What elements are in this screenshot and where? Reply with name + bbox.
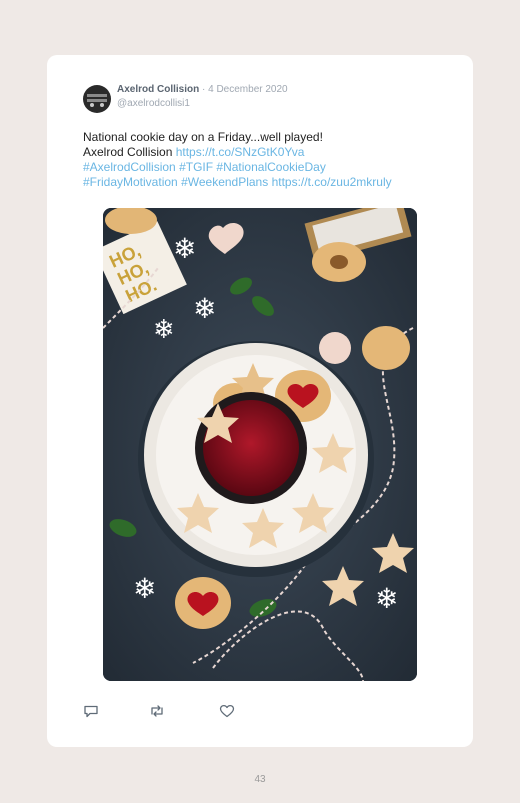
tweet-link[interactable]: https://t.co/SNzGtK0Yva <box>176 145 305 159</box>
tweet-text-line: #FridayMotivation #WeekendPlans https://… <box>83 175 453 190</box>
hashtag-link[interactable]: #TGIF <box>179 160 213 174</box>
avatar-wheel <box>90 103 94 107</box>
header-separator: · <box>199 84 209 95</box>
avatar-wheel <box>100 103 104 107</box>
tweet-link[interactable]: https://t.co/zuu2mkruly <box>272 175 392 189</box>
cookie-center <box>330 255 348 269</box>
tweet-text: National cookie day on a Friday...well p… <box>83 130 453 190</box>
hashtag-link[interactable]: #FridayMotivation <box>83 175 178 189</box>
svg-text:❄: ❄ <box>193 292 216 325</box>
hashtag-link[interactable]: #WeekendPlans <box>181 175 268 189</box>
author-handle[interactable]: @axelrodcollisi1 <box>117 98 190 109</box>
retweet-icon[interactable] <box>149 703 165 719</box>
tweet-card: Axelrod Collision · 4 December 2020 @axe… <box>47 55 473 747</box>
round-cookie <box>362 326 410 370</box>
tweet-header: Axelrod Collision · 4 December 2020 <box>117 84 288 95</box>
avatar-stripe <box>87 99 107 102</box>
reply-icon[interactable] <box>83 703 99 719</box>
svg-text:❄: ❄ <box>153 315 175 345</box>
tweet-text-line: #AxelrodCollision #TGIF #NationalCookieD… <box>83 160 453 175</box>
svg-text:❄: ❄ <box>375 582 398 615</box>
tweet-text-plain: Axelrod Collision <box>83 145 176 159</box>
hashtag-link[interactable]: #NationalCookieDay <box>216 160 325 174</box>
heart-cookie <box>319 332 351 364</box>
tweet-photo[interactable]: HO, HO, HO. ❄ ❄ ❄ ❄ ❄ <box>103 208 417 681</box>
tweet-date[interactable]: 4 December 2020 <box>208 84 288 95</box>
author-name[interactable]: Axelrod Collision <box>117 84 199 95</box>
hashtag-link[interactable]: #AxelrodCollision <box>83 160 176 174</box>
tweet-text-line: Axelrod Collision https://t.co/SNzGtK0Yv… <box>83 145 453 160</box>
avatar-stripe <box>87 94 107 97</box>
svg-text:❄: ❄ <box>133 572 156 605</box>
page-number: 43 <box>254 774 266 785</box>
tweet-text-line: National cookie day on a Friday...well p… <box>83 130 323 144</box>
svg-text:❄: ❄ <box>173 232 196 265</box>
avatar[interactable] <box>83 85 111 113</box>
like-icon[interactable] <box>219 703 235 719</box>
cookie-photo-illustration: HO, HO, HO. ❄ ❄ ❄ ❄ ❄ <box>103 208 417 681</box>
